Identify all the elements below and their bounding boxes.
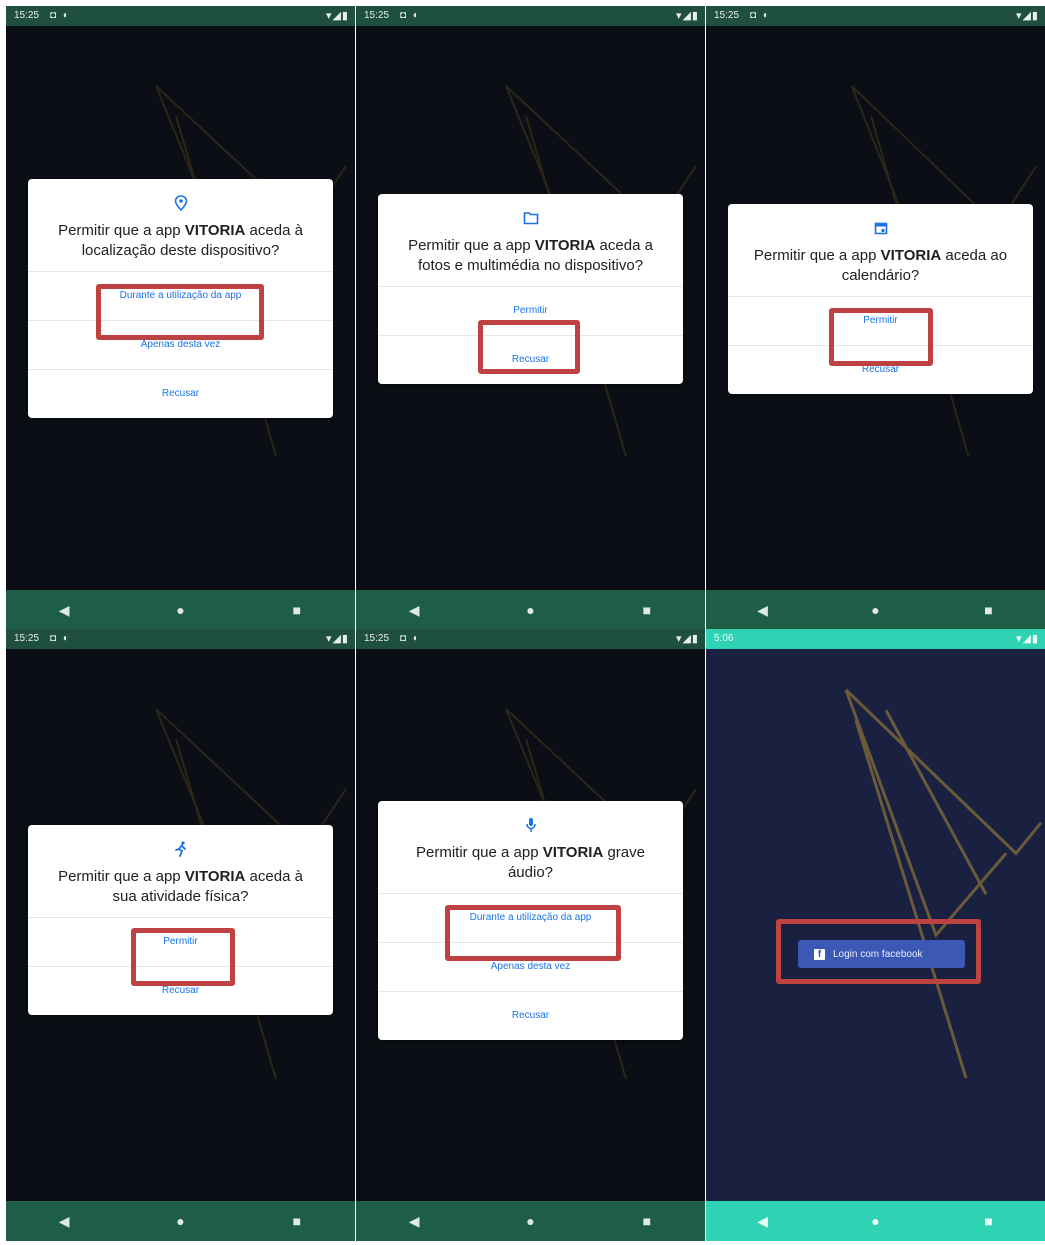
status-time: 5:06: [714, 633, 734, 644]
status-time: 15:25: [364, 10, 390, 21]
status-signal-icons: ▾◢▮: [1015, 10, 1039, 22]
status-signal-icons: ▾◢▮: [675, 633, 699, 645]
recents-button[interactable]: ■: [277, 602, 317, 618]
status-notification-icons: ◘ ◐: [50, 10, 71, 21]
navigation-bar: ◀ ● ■: [6, 1201, 355, 1241]
home-button[interactable]: ●: [856, 602, 896, 618]
status-bar: 15:25 ◘ ◐ ▾◢▮: [6, 629, 355, 649]
home-button[interactable]: ●: [856, 1213, 896, 1229]
back-button[interactable]: ◀: [44, 1213, 84, 1230]
back-button[interactable]: ◀: [394, 602, 434, 619]
navigation-bar: ◀ ● ■: [706, 590, 1045, 630]
navigation-bar: ◀ ● ■: [356, 590, 705, 630]
status-bar: 15:25 ◘ ◐ ▾◢▮: [6, 6, 355, 26]
highlight-box: [776, 919, 981, 984]
navigation-bar: ◀ ● ■: [356, 1201, 705, 1241]
screen-calendar-permission: 15:25 ◘ ◐ ▾◢▮ Permitir que a app VITORIA…: [706, 6, 1045, 630]
status-notification-icons: ◘ ◐: [750, 10, 771, 21]
deny-button[interactable]: Recusar: [378, 991, 683, 1040]
status-notification-icons: ◘ ◐: [400, 10, 421, 21]
dialog-question: Permitir que a app VITORIA aceda ao cale…: [753, 247, 1008, 284]
back-button[interactable]: ◀: [743, 1213, 783, 1230]
highlight-box: [96, 284, 264, 340]
status-bar: 15:25 ◘ ◐ ▾◢▮: [706, 6, 1045, 26]
status-notification-icons: ◘ ◐: [50, 633, 71, 644]
location-icon: [28, 179, 333, 217]
home-button[interactable]: ●: [510, 1213, 550, 1229]
status-bar: 15:25 ◘ ◐ ▾◢▮: [356, 629, 705, 649]
status-notification-icons: ◘ ◐: [400, 633, 421, 644]
status-bar: 5:06 ▾◢▮: [706, 629, 1045, 649]
home-button[interactable]: ●: [160, 1213, 200, 1229]
screen-activity-permission: 15:25 ◘ ◐ ▾◢▮ Permitir que a app VITORIA…: [6, 629, 355, 1241]
dialog-question: Permitir que a app VITORIA aceda a fotos…: [408, 237, 653, 274]
calendar-icon: [728, 204, 1033, 242]
screen-login: 5:06 ▾◢▮ f Login com facebook ◀ ● ■: [706, 629, 1045, 1241]
highlight-box: [445, 905, 621, 961]
status-signal-icons: ▾◢▮: [325, 10, 349, 22]
back-button[interactable]: ◀: [743, 602, 783, 619]
permission-dialog: Permitir que a app VITORIA aceda à sua a…: [28, 825, 333, 1015]
screen-media-permission: 15:25 ◘ ◐ ▾◢▮ Permitir que a app VITORIA…: [356, 6, 705, 630]
screen-audio-permission: 15:25 ◘ ◐ ▾◢▮ Permitir que a app VITORIA…: [356, 629, 705, 1241]
dialog-question: Permitir que a app VITORIA grave áudio?: [415, 844, 645, 881]
back-button[interactable]: ◀: [44, 602, 84, 619]
status-signal-icons: ▾◢▮: [675, 10, 699, 22]
microphone-icon: [378, 801, 683, 839]
status-time: 15:25: [364, 633, 390, 644]
back-button[interactable]: ◀: [394, 1213, 434, 1230]
highlight-box: [131, 928, 235, 986]
recents-button[interactable]: ■: [969, 602, 1009, 618]
navigation-bar: ◀ ● ■: [706, 1201, 1045, 1241]
recents-button[interactable]: ■: [277, 1213, 317, 1229]
screen-location-permission: 15:25 ◘ ◐ ▾◢▮ Permitir que a app VITORIA…: [6, 6, 355, 630]
status-signal-icons: ▾◢▮: [1015, 633, 1039, 645]
status-time: 15:25: [714, 10, 740, 21]
running-icon: [28, 825, 333, 863]
dialog-question: Permitir que a app VITORIA aceda à local…: [58, 222, 303, 259]
recents-button[interactable]: ■: [627, 1213, 667, 1229]
deny-button[interactable]: Recusar: [28, 369, 333, 418]
home-button[interactable]: ●: [510, 602, 550, 618]
home-button[interactable]: ●: [160, 602, 200, 618]
recents-button[interactable]: ■: [969, 1213, 1009, 1229]
status-time: 15:25: [14, 10, 40, 21]
navigation-bar: ◀ ● ■: [6, 590, 355, 630]
status-signal-icons: ▾◢▮: [325, 633, 349, 645]
status-time: 15:25: [14, 633, 40, 644]
highlight-box: [478, 320, 580, 374]
status-bar: 15:25 ◘ ◐ ▾◢▮: [356, 6, 705, 26]
folder-icon: [378, 194, 683, 232]
dialog-question: Permitir que a app VITORIA aceda à sua a…: [58, 868, 303, 905]
highlight-box: [829, 308, 933, 366]
recents-button[interactable]: ■: [627, 602, 667, 618]
